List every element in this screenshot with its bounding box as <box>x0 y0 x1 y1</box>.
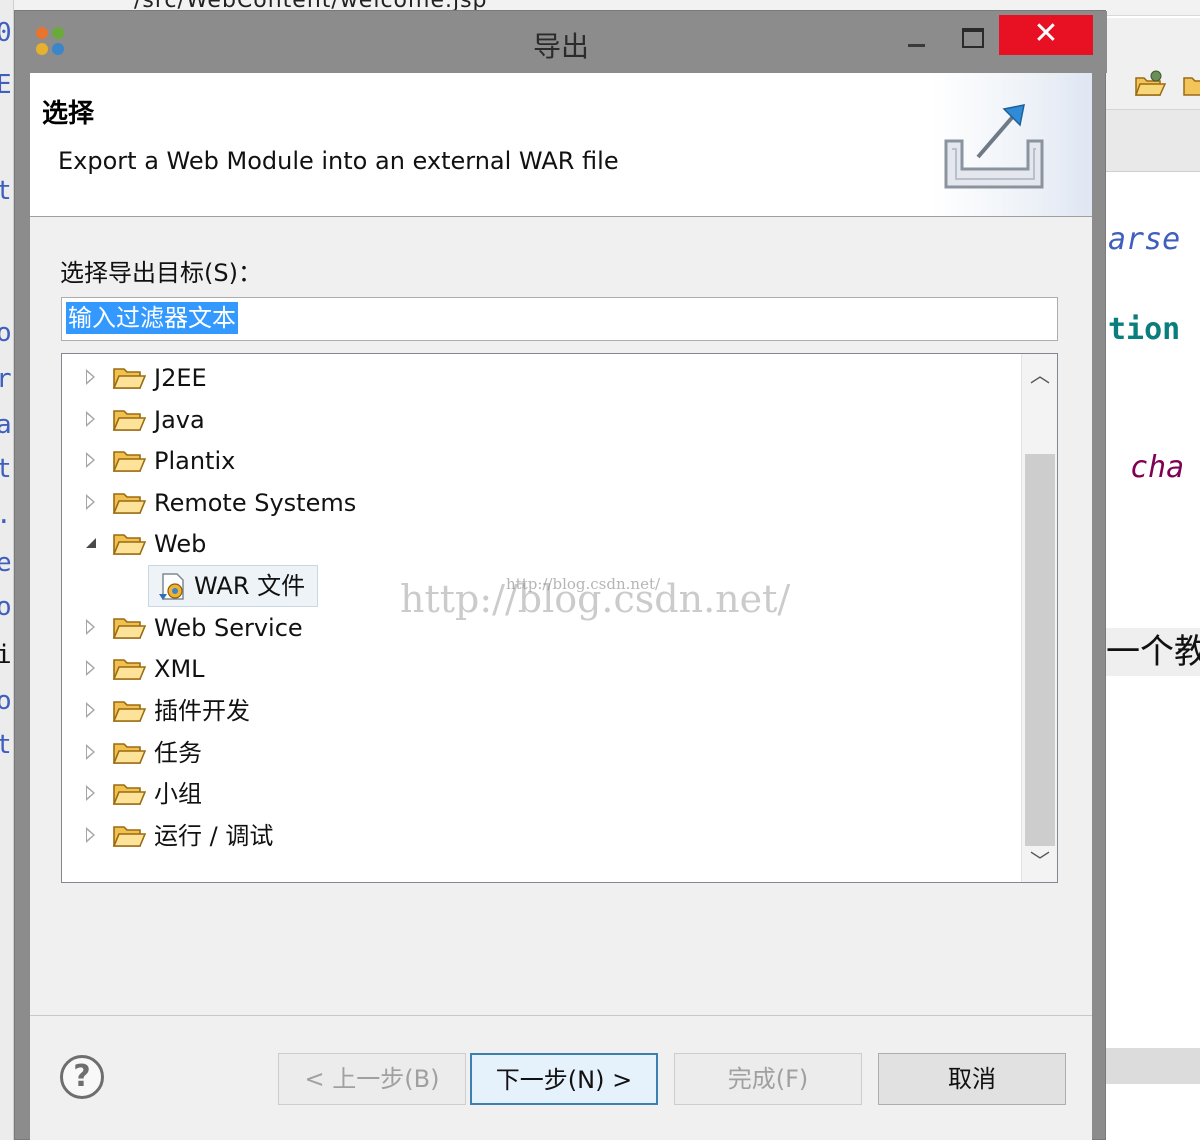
title-bar[interactable]: 导出 ✕ <box>15 11 1107 73</box>
tree-item-remote-systems[interactable]: Remote Systems <box>62 485 1012 521</box>
collapse-arrow-icon[interactable] <box>86 538 96 548</box>
background-code-line: cha <box>1130 450 1185 485</box>
background-toolbar <box>1104 18 1200 110</box>
tree-item-label: Java <box>154 406 205 434</box>
filter-label: 选择导出目标(S)： <box>60 259 262 287</box>
expand-arrow-icon[interactable] <box>86 369 95 385</box>
export-dialog: 导出 ✕ 选择 Export a Web Module into an exte… <box>14 10 1107 1140</box>
folder-icon <box>112 493 146 514</box>
tree-item-label: J2EE <box>154 364 207 392</box>
background-code-line: arse <box>1108 222 1181 257</box>
war-file-icon <box>159 573 184 600</box>
folder-icon <box>112 826 146 847</box>
footer-divider <box>30 1015 1092 1016</box>
tree-item-plantix[interactable]: Plantix <box>62 443 1012 479</box>
tree-item-team[interactable]: 小组 <box>62 776 1012 812</box>
watermark-text-small: http://blog.csdn.net/ <box>506 575 661 593</box>
background-chinese-text: 一个教 <box>1104 628 1200 676</box>
filter-input[interactable]: 输入过滤器文本 <box>61 297 1058 341</box>
maximize-button[interactable] <box>949 19 993 55</box>
expand-arrow-icon[interactable] <box>86 702 95 718</box>
wizard-page-description: Export a Web Module into an external WAR… <box>58 147 619 175</box>
folder-icon <box>112 451 146 472</box>
tree-item-plugin-development[interactable]: 插件开发 <box>62 693 1012 729</box>
folder-icon <box>112 701 146 722</box>
background-tab-bar <box>1104 110 1200 172</box>
background-code-line: tion <box>1108 312 1181 347</box>
tree-item-web[interactable]: Web <box>62 526 1012 562</box>
folder-icon <box>112 784 146 805</box>
scroll-down-icon[interactable]: ﹀ <box>1022 846 1057 876</box>
folder-icon <box>1183 77 1200 96</box>
expand-arrow-icon[interactable] <box>86 660 95 676</box>
tree-item-label: Plantix <box>154 447 236 475</box>
wizard-banner: 选择 Export a Web Module into an external … <box>30 73 1092 217</box>
export-wizard-icon <box>944 104 1044 189</box>
tree-item-label: 任务 <box>154 739 202 767</box>
background-editor-gutter: 0 E t o r a t . e o i o t <box>0 0 14 1140</box>
back-button[interactable]: < 上一步(B) <box>278 1053 466 1105</box>
open-folder-icon <box>1134 70 1166 96</box>
finish-button[interactable]: 完成(F) <box>674 1053 862 1105</box>
tree-item-label: 运行 / 调试 <box>154 822 274 850</box>
tree-item-run-debug[interactable]: 运行 / 调试 <box>62 818 1012 854</box>
expand-arrow-icon[interactable] <box>86 744 95 760</box>
expand-arrow-icon[interactable] <box>86 452 95 468</box>
scrollbar-thumb[interactable] <box>1025 454 1055 846</box>
expand-arrow-icon[interactable] <box>86 619 95 635</box>
folder-icon <box>112 659 146 680</box>
tree-item-label: WAR 文件 <box>194 572 306 600</box>
tree-item-label: XML <box>154 655 205 683</box>
tree-item-label: 小组 <box>154 780 202 808</box>
filter-placeholder-text: 输入过滤器文本 <box>66 302 238 334</box>
tree-item-j2ee[interactable]: J2EE <box>62 360 1012 396</box>
tree-item-java[interactable]: Java <box>62 402 1012 438</box>
next-button[interactable]: 下一步(N) > <box>470 1053 658 1105</box>
tree-item-label: Web Service <box>154 614 303 642</box>
folder-icon <box>112 410 146 431</box>
tree-item-xml[interactable]: XML <box>62 651 1012 687</box>
folder-icon <box>112 534 146 555</box>
scroll-up-icon[interactable]: ︿ <box>1022 360 1057 390</box>
window-title: 导出 <box>532 30 589 63</box>
folder-icon <box>112 368 146 389</box>
expand-arrow-icon[interactable] <box>86 494 95 510</box>
tree-scrollbar[interactable]: ︿ ﹀ <box>1021 354 1057 882</box>
minimize-button[interactable] <box>895 19 939 55</box>
wizard-page-title: 选择 <box>42 99 95 129</box>
expand-arrow-icon[interactable] <box>86 785 95 801</box>
help-button[interactable]: ? <box>60 1055 104 1099</box>
cancel-button[interactable]: 取消 <box>878 1053 1066 1105</box>
folder-icon <box>112 618 146 639</box>
background-status-strip <box>1104 1048 1200 1084</box>
expand-arrow-icon[interactable] <box>86 411 95 427</box>
tree-item-tasks[interactable]: 任务 <box>62 735 1012 771</box>
tree-item-label: Remote Systems <box>154 489 357 517</box>
tree-item-label: 插件开发 <box>154 697 250 725</box>
expand-arrow-icon[interactable] <box>86 827 95 843</box>
tree-item-war-file[interactable]: WAR 文件 <box>148 565 318 607</box>
folder-icon <box>112 743 146 764</box>
tree-item-label: Web <box>154 530 207 558</box>
close-button[interactable]: ✕ <box>999 15 1093 55</box>
dialog-content: 选择 Export a Web Module into an external … <box>30 73 1092 1140</box>
